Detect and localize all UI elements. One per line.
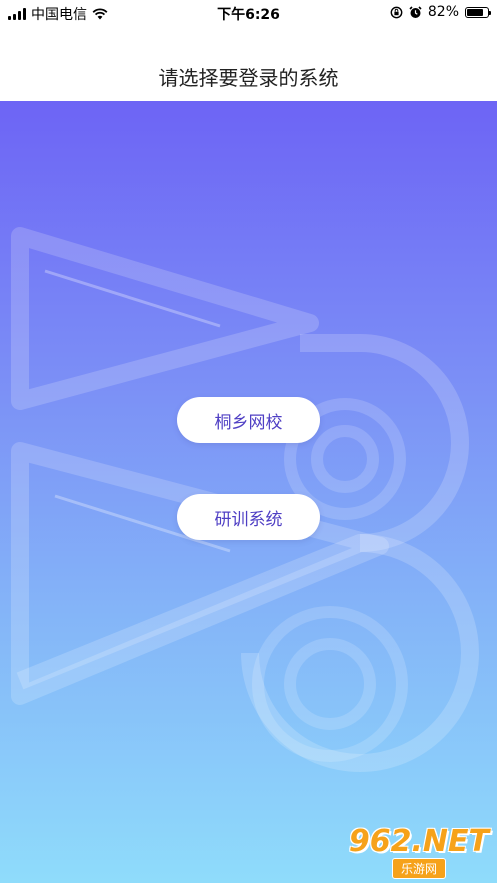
tongxiang-school-button[interactable]: 桐乡网校: [177, 397, 320, 443]
nav-bar: 请选择要登录的系统: [0, 26, 497, 101]
background-illustration: [11, 227, 479, 772]
watermark-logo: 962.NET 乐游网: [349, 826, 489, 879]
battery-percent: 82%: [427, 4, 459, 20]
training-system-button[interactable]: 研训系统: [177, 494, 320, 540]
watermark-top-text: 962.NET: [348, 824, 489, 859]
watermark-bottom-text: 乐游网: [391, 858, 446, 879]
main-content: 桐乡网校 研训系统 962.NET 乐游网: [0, 101, 497, 883]
status-bar: 中国电信 下午6:26 82%: [0, 0, 497, 26]
status-right: 82%: [390, 4, 491, 20]
alarm-icon: [409, 5, 422, 18]
battery-icon: [465, 6, 491, 18]
page-title: 请选择要登录的系统: [158, 66, 339, 90]
battery-fill: [467, 8, 484, 16]
orientation-lock-icon: [390, 6, 403, 18]
